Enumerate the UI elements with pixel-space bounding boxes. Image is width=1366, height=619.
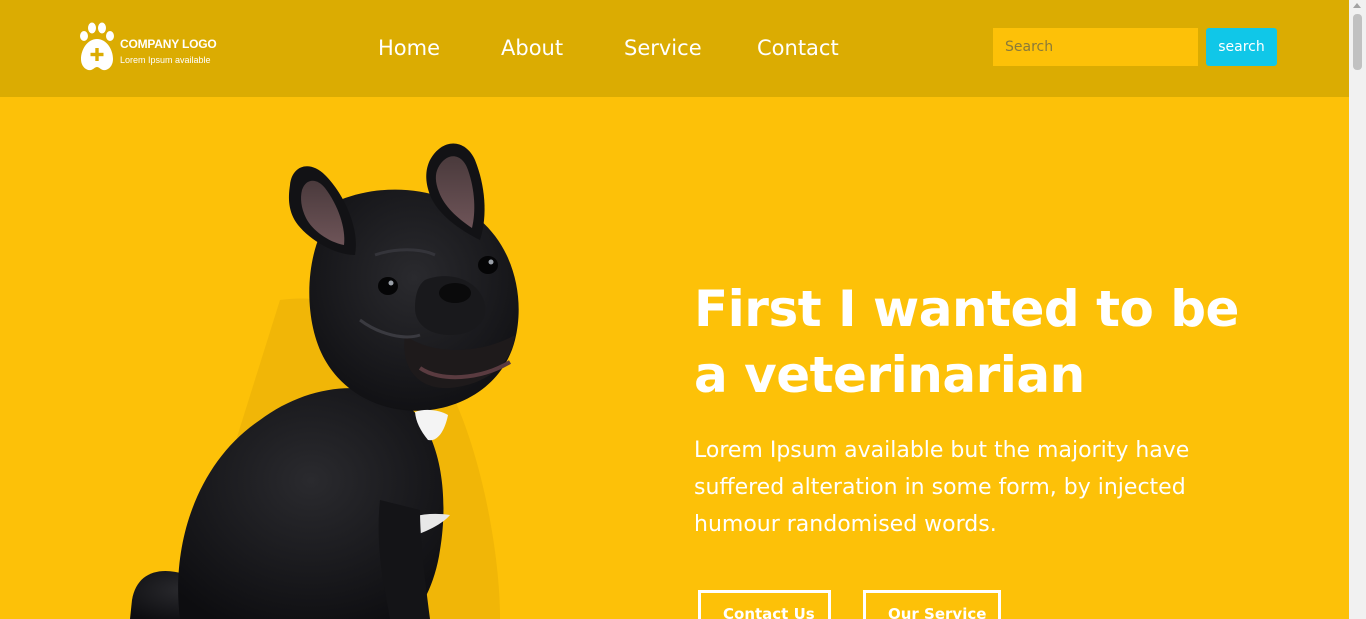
search-button[interactable]: search — [1206, 28, 1277, 66]
nav-item-home[interactable]: Home — [378, 34, 440, 62]
nav-item-service[interactable]: Service — [624, 34, 702, 62]
site-header: COMPANY LOGO Lorem Ipsum available Home … — [0, 0, 1349, 97]
our-service-button[interactable]: Our Service — [863, 590, 1001, 619]
logo-title: COMPANY LOGO — [120, 37, 217, 51]
company-logo[interactable]: COMPANY LOGO Lorem Ipsum available — [78, 22, 228, 74]
scrollbar-thumb[interactable] — [1353, 14, 1362, 70]
paw-plus-icon — [80, 22, 114, 71]
nav-item-contact[interactable]: Contact — [757, 34, 839, 62]
landing-page: COMPANY LOGO Lorem Ipsum available Home … — [0, 0, 1349, 619]
french-bulldog-photo — [130, 143, 519, 619]
nav-item-about[interactable]: About — [501, 34, 563, 62]
search-input[interactable] — [993, 28, 1198, 66]
hero-text: Lorem Ipsum available but the majority h… — [694, 438, 1190, 537]
contact-us-button[interactable]: Contact Us — [698, 590, 831, 619]
hero-title: First I wanted to be a veterinarian — [694, 280, 1239, 404]
page-scrollbar[interactable] — [1349, 0, 1366, 619]
scroll-up-icon[interactable] — [1353, 3, 1361, 8]
logo-subtitle: Lorem Ipsum available — [120, 55, 211, 65]
